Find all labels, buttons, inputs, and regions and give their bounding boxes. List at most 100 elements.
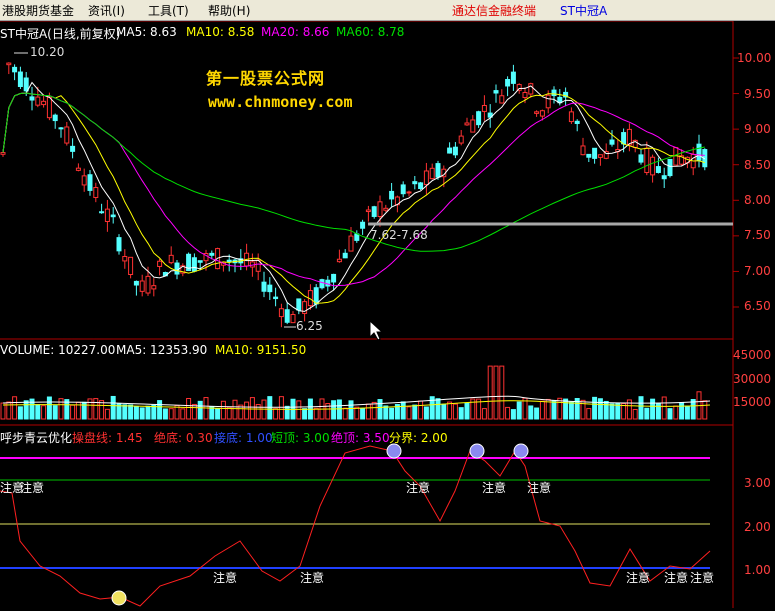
volume-bar <box>110 395 116 420</box>
attention-label: 注意 <box>690 571 715 585</box>
volume-bar <box>447 401 453 420</box>
candle-body <box>348 235 354 252</box>
candle-body <box>226 259 232 263</box>
ma60-line <box>2 92 705 252</box>
candle-body <box>412 181 418 185</box>
candle-body <box>551 89 557 97</box>
price-tick-1000: 10.00 <box>737 51 772 65</box>
candle-body <box>522 92 528 98</box>
menu-item-tools[interactable]: 工具(T) <box>148 2 189 19</box>
volume-bar <box>226 406 232 420</box>
price-tick-900: 9.00 <box>744 122 771 136</box>
indicator-tick-200: 2.00 <box>744 520 771 534</box>
volume-bar <box>609 403 615 420</box>
candle-body <box>505 79 511 87</box>
volume-bar <box>23 400 29 420</box>
volume-bar <box>41 405 47 420</box>
volume-bar <box>87 398 93 420</box>
kline-chart[interactable] <box>0 20 775 611</box>
candle-body <box>574 120 580 124</box>
candle-body <box>371 206 377 217</box>
candle-body <box>81 175 87 186</box>
indicator-line-divider: 分界: 2.00 <box>389 431 448 445</box>
candle-body <box>110 214 116 218</box>
volume-bar <box>383 405 389 420</box>
volume-bar <box>342 407 348 420</box>
indicator-tick-100: 1.00 <box>744 563 771 577</box>
candle-body <box>116 237 122 252</box>
candle-body <box>609 139 615 145</box>
volume-bar <box>232 399 238 420</box>
volume-bar <box>365 403 371 420</box>
menu-item-help[interactable]: 帮助(H) <box>208 2 250 19</box>
candle-body <box>650 156 656 176</box>
candle-body <box>284 309 290 323</box>
attention-label: 注意 <box>213 571 238 585</box>
volume-bar <box>418 400 424 420</box>
volume-bar <box>180 408 186 420</box>
candle-body <box>296 298 302 311</box>
candle-body <box>191 257 197 272</box>
menu-item-info[interactable]: 资讯(I) <box>88 2 125 19</box>
volume-bar <box>220 400 226 420</box>
candle-body <box>365 209 371 213</box>
operate-line <box>0 445 711 607</box>
candle-body <box>145 275 151 294</box>
volume-bar <box>534 407 540 420</box>
candle-body <box>336 258 342 263</box>
candle-body <box>470 119 476 133</box>
watermark-url: www.chnmoney.com <box>208 93 353 111</box>
volume-label: VOLUME: 10227.00 <box>0 343 116 357</box>
candle-body <box>644 147 650 174</box>
volume-bar <box>597 398 603 420</box>
candle-body <box>597 154 603 158</box>
volume-bar <box>313 407 319 420</box>
volume-bar <box>249 397 255 420</box>
candle-body <box>667 158 673 177</box>
volume-bar <box>661 396 667 420</box>
volume-bar <box>499 365 505 420</box>
volume-bar <box>302 408 308 420</box>
candle-body <box>499 95 505 104</box>
volume-bar <box>52 405 58 420</box>
volume-bar <box>278 396 284 420</box>
candle-body <box>87 174 93 191</box>
high-price-annotation: 10.20 <box>30 45 65 59</box>
volume-tick-30000: 30000 <box>733 372 772 386</box>
candle-body <box>400 184 406 195</box>
volume-bar <box>157 400 163 420</box>
candle-body <box>568 111 574 123</box>
price-tick-750: 7.50 <box>744 228 771 242</box>
price-tick-950: 9.50 <box>744 87 771 101</box>
volume-tick-45000: 45000 <box>733 348 772 362</box>
candle-body <box>377 201 383 218</box>
candle-body <box>435 163 441 178</box>
candle-body <box>139 280 145 292</box>
candle-body <box>267 284 273 293</box>
volume-bar <box>684 405 690 420</box>
candle-body <box>151 285 157 290</box>
volume-bar <box>464 402 470 420</box>
volume-bar <box>93 398 99 420</box>
volume-bar <box>133 406 139 420</box>
volume-bar <box>389 407 395 420</box>
candle-body <box>99 211 105 214</box>
volume-bar <box>284 405 290 420</box>
candle-body <box>273 296 279 300</box>
volume-bar <box>493 365 499 420</box>
attention-label: 注意 <box>527 481 552 495</box>
menu-item-hk-futures-funds[interactable]: 港股期货基金 <box>2 2 74 19</box>
volume-bar <box>632 408 638 420</box>
mouse-cursor-icon <box>369 319 384 341</box>
ma5-line <box>2 81 706 312</box>
stock-name-link[interactable]: ST中冠A <box>560 2 607 19</box>
candle-body <box>418 182 424 190</box>
volume-bar <box>267 396 273 420</box>
candle-body <box>545 94 551 109</box>
candle-body <box>510 71 516 84</box>
indicator-line-operate: 操盘线: 1.45 <box>72 431 143 445</box>
chart-area[interactable]: ST中冠A(日线,前复权) MA5: 8.63 MA10: 8.58 MA20:… <box>0 20 775 611</box>
candle-body <box>278 308 284 318</box>
watermark-title: 第一股票公式网 <box>206 69 326 88</box>
candle-body <box>458 135 464 144</box>
